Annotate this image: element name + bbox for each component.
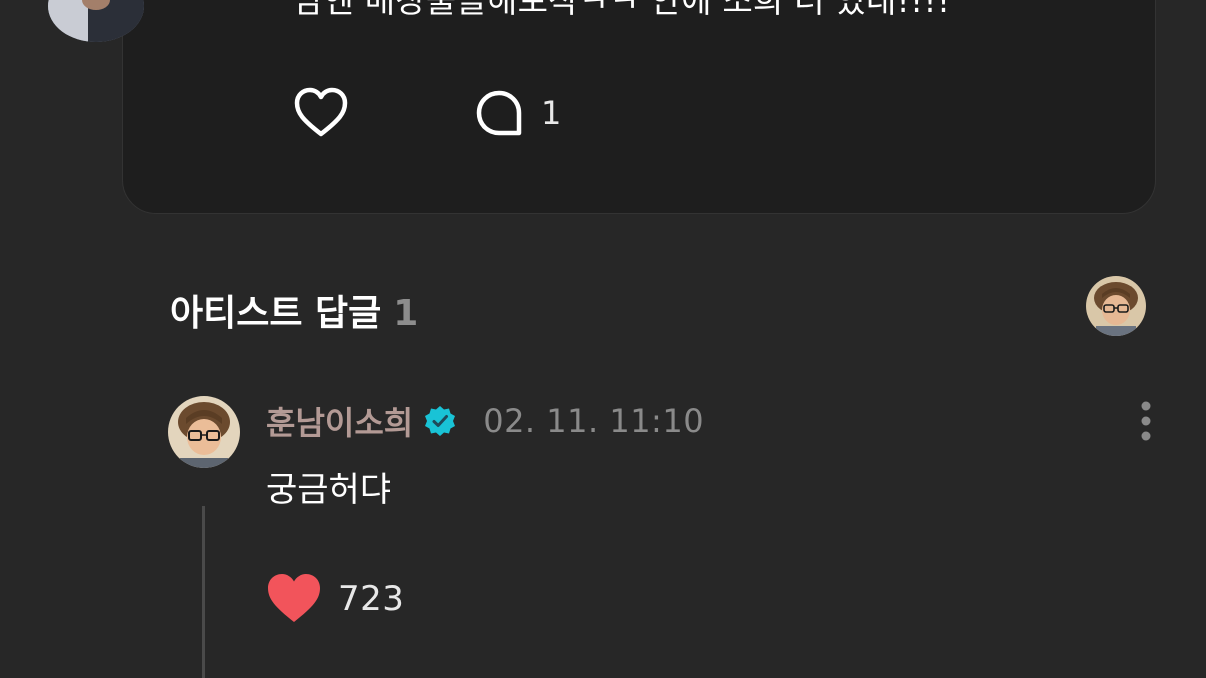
heart-filled-icon <box>268 574 320 622</box>
reply-author-avatar[interactable] <box>168 396 240 468</box>
artist-replies-title: 아티스트 답글 <box>170 293 382 334</box>
reply-like-button[interactable]: 723 <box>266 572 404 626</box>
thread-line <box>202 506 205 678</box>
post-actions: 1 <box>293 85 561 141</box>
comment-count: 1 <box>541 94 562 132</box>
verified-badge-icon <box>423 404 457 438</box>
artist-avatar-small[interactable] <box>1086 276 1146 336</box>
reply-like-count: 723 <box>338 579 405 619</box>
more-vertical-icon <box>1141 401 1151 441</box>
comment-button[interactable]: 1 <box>473 87 561 139</box>
like-button[interactable] <box>293 87 473 139</box>
heart-outline-icon <box>294 87 348 137</box>
post-card: 담엔 매장출몰해보쟉ㅋㅋ 안에 소희 더 있대!!!! 1 <box>122 0 1156 214</box>
comment-bubble-icon <box>476 90 522 136</box>
artist-photo-icon <box>1086 276 1146 336</box>
reply-author-name[interactable]: 훈남이소희 <box>266 398 413 444</box>
reply-header: 훈남이소희 02. 11. 11:10 <box>266 398 704 444</box>
more-options-button[interactable] <box>1132 400 1160 442</box>
reply-timestamp: 02. 11. 11:10 <box>483 402 705 440</box>
artist-replies-count: 1 <box>393 293 419 334</box>
artist-photo-icon <box>168 396 240 468</box>
post-text: 담엔 매장출몰해보쟉ㅋㅋ 안에 소희 더 있대!!!! <box>293 0 951 20</box>
reply-text: 궁금허댜 <box>266 470 392 510</box>
artist-replies-heading: 아티스트 답글 1 <box>170 284 418 336</box>
app-screen: 담엔 매장출몰해보쟉ㅋㅋ 안에 소희 더 있대!!!! 1 아티스트 답글 1 … <box>0 0 1206 678</box>
